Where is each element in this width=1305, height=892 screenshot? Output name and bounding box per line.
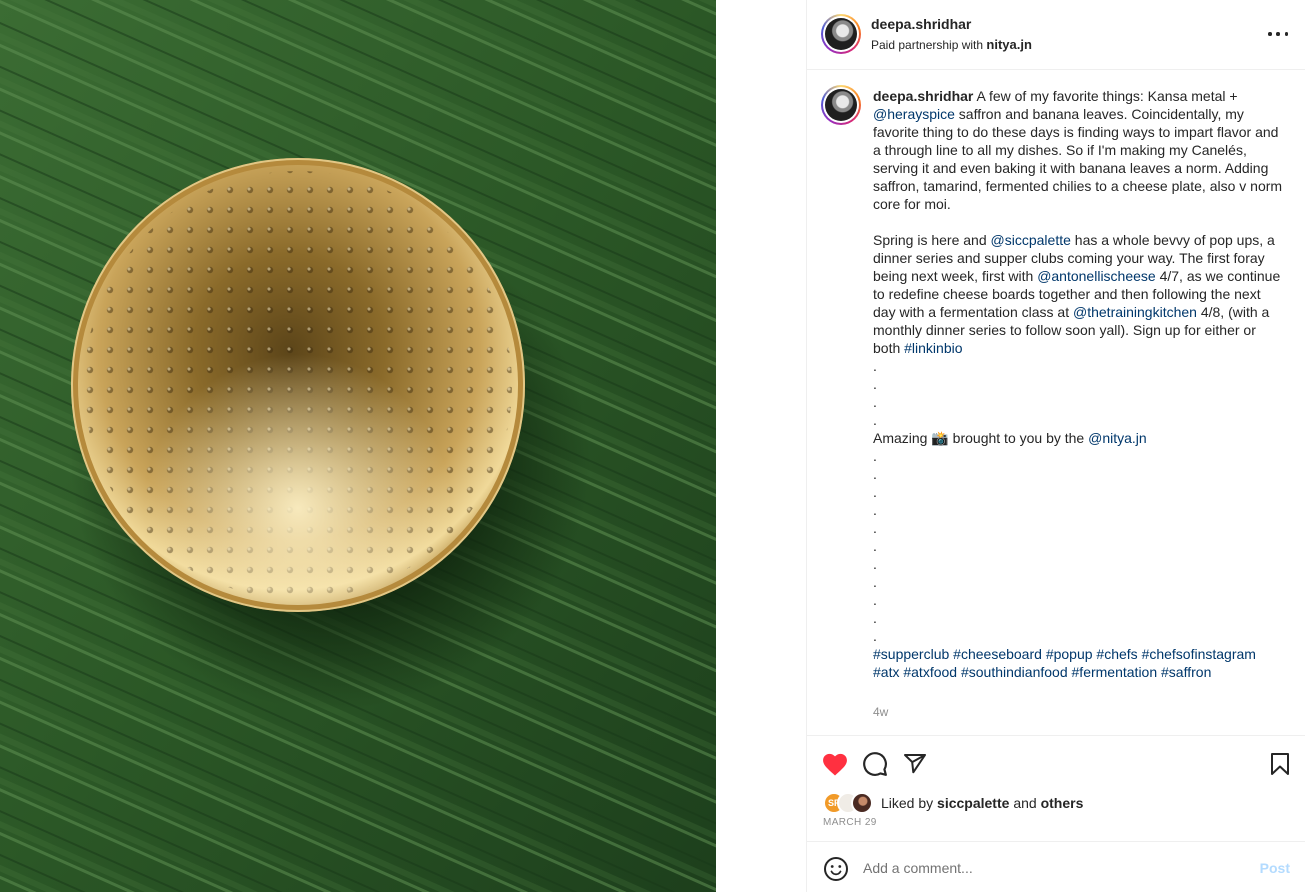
caption-dot: . bbox=[873, 502, 877, 518]
mention-thetrainingkitchen[interactable]: @thetrainingkitchen bbox=[1073, 304, 1197, 320]
caption-dot: . bbox=[873, 394, 877, 410]
heart-filled-icon[interactable] bbox=[821, 750, 849, 778]
caption-avatar[interactable] bbox=[821, 85, 861, 125]
liked-by-row: SP Liked by siccpalette and others bbox=[823, 792, 1083, 814]
mention-herayspice[interactable]: @herayspice bbox=[873, 106, 955, 122]
caption-paragraph-2: Spring is here and @siccpalette has a wh… bbox=[873, 231, 1283, 357]
caption-dot: . bbox=[873, 628, 877, 644]
hashtag[interactable]: #fermentation bbox=[1072, 664, 1158, 680]
caption-dot: . bbox=[873, 448, 877, 464]
post-age[interactable]: 4w bbox=[873, 705, 888, 719]
caption-area: deepa.shridhar A few of my favorite thin… bbox=[807, 71, 1305, 735]
caption-paragraph-3: Amazing 📸 brought to you by the @nitya.j… bbox=[873, 429, 1283, 447]
mention-siccpalette[interactable]: @siccpalette bbox=[991, 232, 1071, 248]
author-avatar[interactable] bbox=[821, 14, 861, 54]
bookmark-icon[interactable] bbox=[1266, 750, 1294, 778]
post-header: deepa.shridhar Paid partnership with nit… bbox=[807, 0, 1305, 70]
caption-dot: . bbox=[873, 376, 877, 392]
caption-text-segment: Amazing 📸 brought to you by the bbox=[873, 430, 1089, 446]
partner-username[interactable]: nitya.jn bbox=[986, 37, 1032, 52]
hashtag[interactable]: #saffron bbox=[1161, 664, 1211, 680]
caption-text-segment: Spring is here and bbox=[873, 232, 991, 248]
caption-dot: . bbox=[873, 610, 877, 626]
post-image[interactable] bbox=[0, 0, 716, 892]
caption-dot: . bbox=[873, 412, 877, 428]
caption-dot: . bbox=[873, 484, 877, 500]
post-comment-button[interactable]: Post bbox=[1260, 860, 1290, 876]
hashtag-linkinbio[interactable]: #linkinbio bbox=[904, 340, 962, 356]
comment-input[interactable] bbox=[863, 854, 1233, 882]
hashtag[interactable]: #atx bbox=[873, 664, 899, 680]
mention-nitya-jn[interactable]: @nitya.jn bbox=[1088, 430, 1147, 446]
post-detail-panel: deepa.shridhar Paid partnership with nit… bbox=[806, 0, 1305, 892]
hashtag[interactable]: #atxfood bbox=[903, 664, 957, 680]
caption-dot: . bbox=[873, 538, 877, 554]
caption-dot: . bbox=[873, 592, 877, 608]
caption-text: deepa.shridhar A few of my favorite thin… bbox=[873, 87, 1283, 681]
emoji-icon[interactable] bbox=[823, 856, 849, 882]
caption-dot: . bbox=[873, 466, 877, 482]
hashtag[interactable]: #chefs bbox=[1096, 646, 1137, 662]
paid-partnership-label: Paid partnership with nitya.jn bbox=[871, 37, 1032, 52]
hashtag[interactable]: #southindianfood bbox=[961, 664, 1068, 680]
brass-bowl-on-banana-leaf-image bbox=[0, 0, 716, 892]
mention-antonellischeese[interactable]: @antonellischeese bbox=[1037, 268, 1156, 284]
liked-by-text: Liked by siccpalette and others bbox=[881, 795, 1083, 811]
caption-dot: . bbox=[873, 556, 877, 572]
comment-bar: Post bbox=[807, 841, 1305, 892]
caption-text-segment: A few of my favorite things: Kansa metal… bbox=[973, 88, 1238, 104]
hashtag[interactable]: #cheeseboard bbox=[953, 646, 1042, 662]
partnership-prefix: Paid partnership with bbox=[871, 38, 984, 52]
media-gap bbox=[716, 0, 806, 892]
action-bar: SP Liked by siccpalette and others MARCH… bbox=[807, 735, 1305, 841]
liked-by-and: and bbox=[1013, 795, 1037, 811]
caption-hashtags: #supperclub #cheeseboard #popup #chefs #… bbox=[873, 645, 1283, 681]
caption-dot: . bbox=[873, 520, 877, 536]
post-date: MARCH 29 bbox=[823, 817, 877, 828]
liker-username[interactable]: siccpalette bbox=[937, 795, 1009, 811]
liked-by-prefix: Liked by bbox=[881, 795, 934, 811]
hashtag[interactable]: #supperclub bbox=[873, 646, 949, 662]
caption-paragraph-1: deepa.shridhar A few of my favorite thin… bbox=[873, 87, 1283, 213]
more-icon[interactable] bbox=[1268, 24, 1288, 44]
caption-username[interactable]: deepa.shridhar bbox=[873, 88, 973, 104]
comment-icon[interactable] bbox=[861, 750, 889, 778]
caption-dot: . bbox=[873, 358, 877, 374]
liker-avatars[interactable]: SP bbox=[823, 792, 879, 814]
liker-avatar bbox=[851, 792, 873, 814]
author-username[interactable]: deepa.shridhar bbox=[871, 16, 971, 32]
hashtag[interactable]: #popup bbox=[1046, 646, 1093, 662]
hashtag[interactable]: #chefsofinstagram bbox=[1142, 646, 1256, 662]
share-icon[interactable] bbox=[901, 750, 929, 778]
caption-dot: . bbox=[873, 574, 877, 590]
likes-others-link[interactable]: others bbox=[1041, 795, 1084, 811]
